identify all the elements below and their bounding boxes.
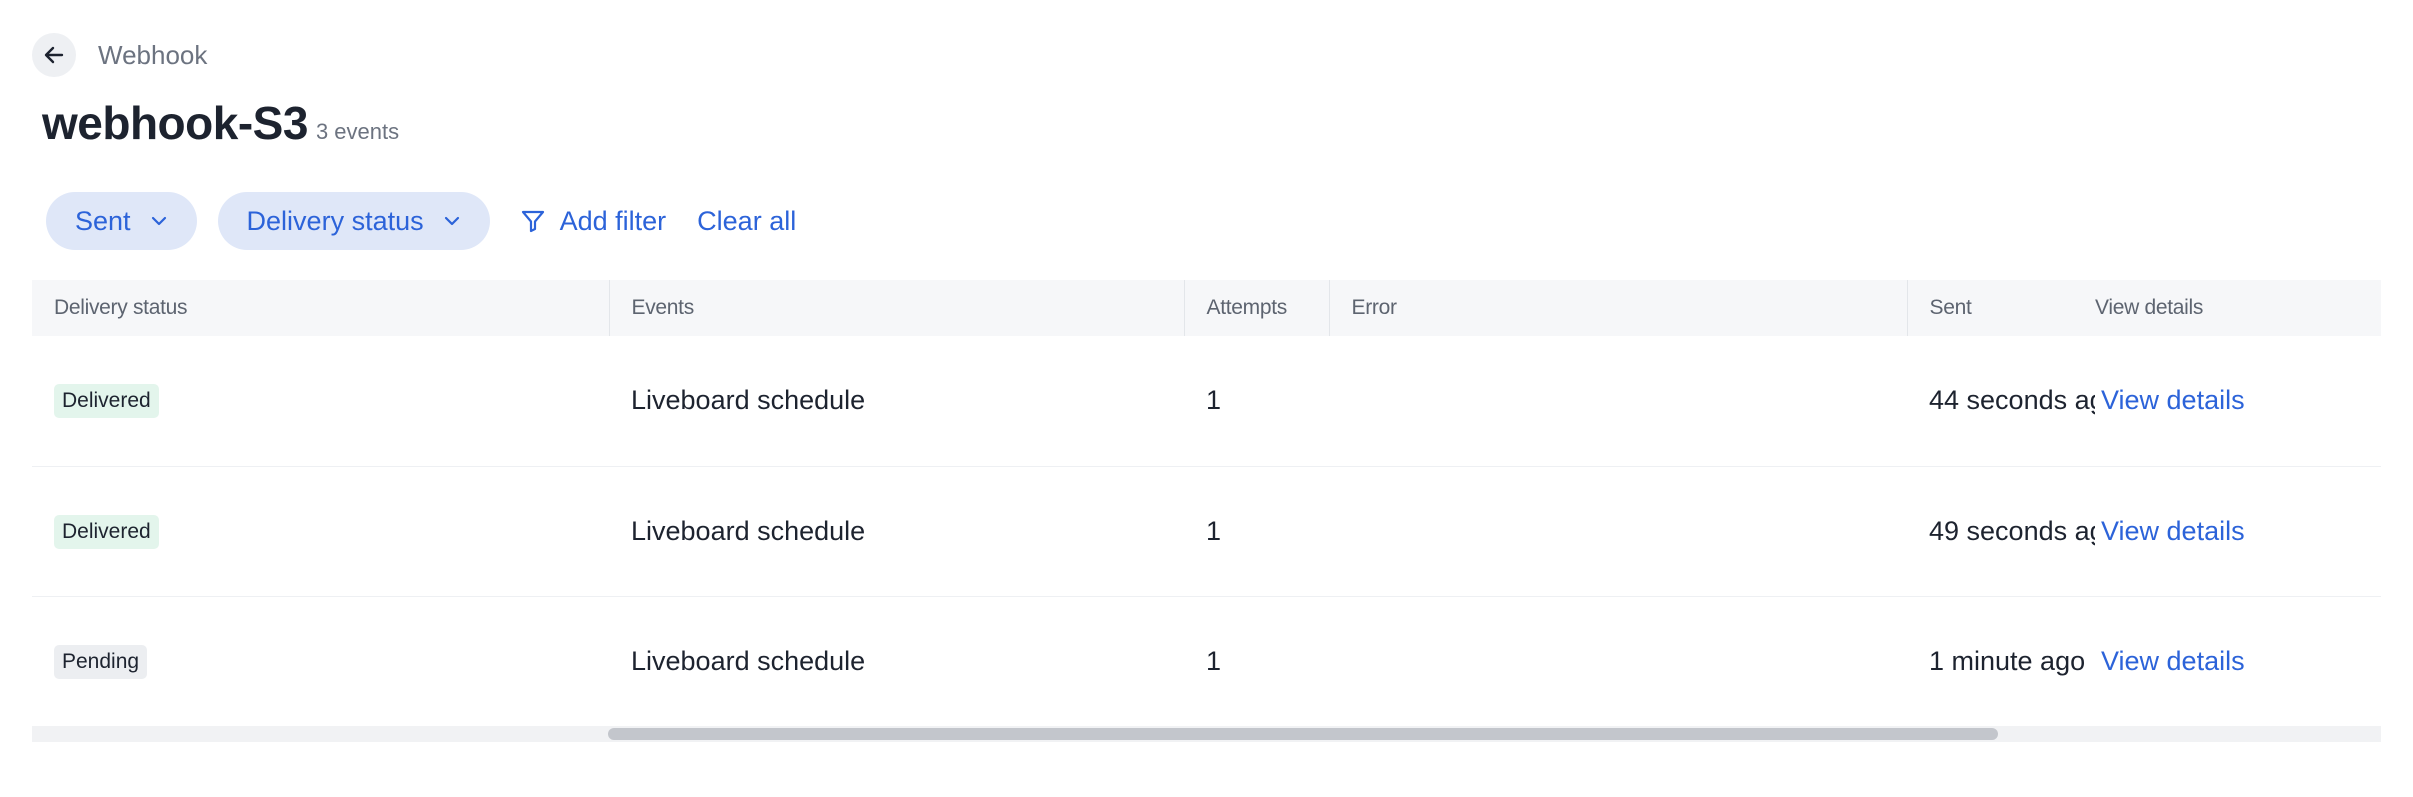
column-header-error[interactable]: Error [1329, 280, 1908, 336]
sent-filter-label: Sent [75, 205, 131, 236]
delivery-status-filter-pill[interactable]: Delivery status [217, 192, 490, 250]
sent-cell: 49 seconds ago [1929, 515, 2095, 546]
table-row: Pending Liveboard schedule 1 1 minute ag… [32, 596, 2381, 726]
horizontal-scrollbar[interactable] [32, 726, 2381, 742]
view-details-link[interactable]: View details [2101, 646, 2245, 676]
event-cell: Liveboard schedule [631, 385, 866, 416]
status-badge: Delivered [54, 514, 159, 549]
breadcrumb: Webhook [32, 33, 207, 77]
view-details-link[interactable]: View details [2101, 385, 2245, 415]
filter-bar: Sent Delivery status Add filter Clear al… [46, 192, 796, 250]
breadcrumb-webhook-link[interactable]: Webhook [98, 40, 207, 71]
add-filter-label: Add filter [559, 205, 667, 236]
error-cell [1329, 336, 1907, 466]
status-cell: Delivered [32, 336, 609, 466]
column-header-delivery-status[interactable]: Delivery status [32, 280, 610, 336]
status-badge: Pending [54, 644, 148, 679]
table-header-row: Delivery status Events Attempts Error Se… [32, 280, 2381, 336]
column-header-events[interactable]: Events [609, 280, 1185, 336]
sent-cell: 1 minute ago [1929, 645, 2086, 676]
webhook-events-page: Webhook webhook-S3 3 events Sent Deliver… [0, 0, 2413, 797]
event-cell: Liveboard schedule [631, 515, 866, 546]
attempts-cell: 1 [1206, 515, 1222, 546]
events-table-container: Delivery status Events Attempts Error Se… [32, 280, 2381, 740]
delivery-status-filter-label: Delivery status [246, 205, 424, 236]
page-title: webhook-S3 [42, 97, 308, 149]
back-button[interactable] [32, 33, 76, 77]
view-details-cell: View details [2095, 336, 2381, 466]
add-filter-button[interactable]: Add filter [520, 205, 667, 237]
view-details-cell: View details [2095, 596, 2381, 726]
sent-cell: 44 seconds ago [1929, 385, 2095, 416]
filter-funnel-icon [520, 208, 546, 234]
clear-all-button[interactable]: Clear all [697, 206, 796, 237]
error-cell [1329, 466, 1907, 596]
event-count: 3 events [315, 119, 400, 144]
status-badge: Delivered [54, 384, 159, 419]
scrollbar-thumb[interactable] [608, 728, 1998, 740]
column-header-attempts[interactable]: Attempts [1184, 280, 1330, 336]
attempts-cell: 1 [1206, 385, 1222, 416]
column-header-sent[interactable]: Sent [1907, 280, 2095, 336]
column-header-view-details[interactable]: View details [2095, 280, 2381, 336]
view-details-cell: View details [2095, 466, 2381, 596]
error-cell [1329, 596, 1907, 726]
event-cell: Liveboard schedule [631, 645, 866, 676]
attempts-cell: 1 [1206, 645, 1222, 676]
arrow-left-icon [44, 46, 64, 64]
view-details-link[interactable]: View details [2101, 516, 2245, 546]
status-cell: Pending [32, 596, 609, 726]
events-table: Delivery status Events Attempts Error Se… [32, 280, 2381, 726]
chevron-down-icon [149, 211, 169, 231]
page-header: webhook-S3 3 events [42, 96, 399, 150]
status-cell: Delivered [32, 466, 609, 596]
sent-filter-pill[interactable]: Sent [46, 192, 197, 250]
chevron-down-icon [442, 211, 462, 231]
table-row: Delivered Liveboard schedule 1 44 second… [32, 336, 2381, 466]
table-row: Delivered Liveboard schedule 1 49 second… [32, 466, 2381, 596]
